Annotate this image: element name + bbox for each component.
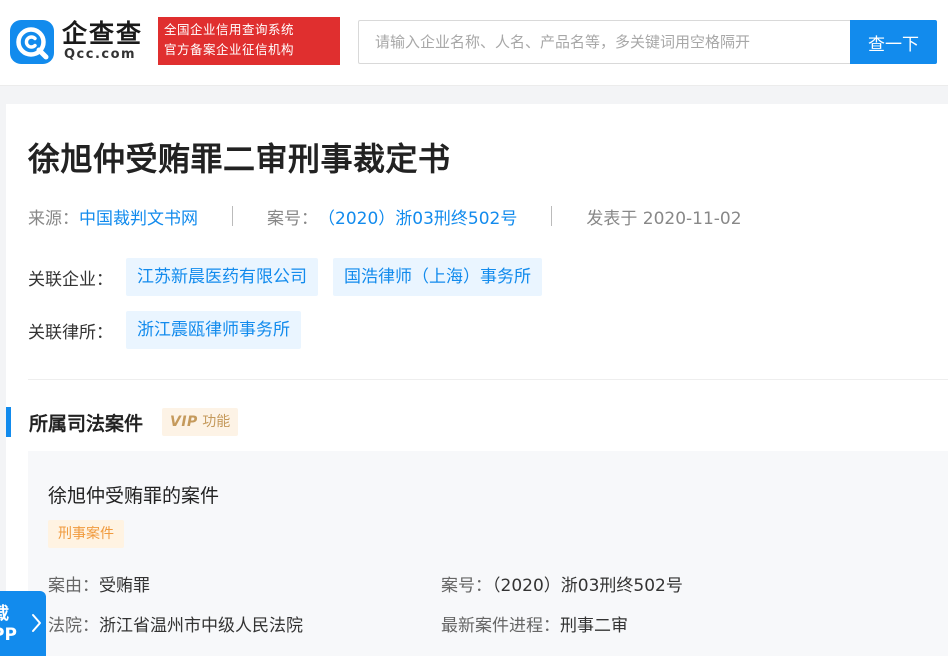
meta-divider (232, 206, 233, 226)
badge-line-2: 官方备案企业征信机构 (164, 42, 295, 57)
vip-feature-badge: VIP 功能 (162, 408, 239, 436)
related-companies-row: 关联企业： 江苏新晨医药有限公司 国浩律师（上海）事务所 (28, 258, 557, 296)
logo-domain: Qcc.com (64, 47, 137, 62)
case-court-label: 法院： (48, 616, 99, 636)
related-lawfirms-row: 关联律所： 浙江震瓯律师事务所 (28, 311, 316, 349)
chevron-right-icon (32, 614, 41, 632)
judicial-case-section-header: 所属司法案件 VIP 功能 (6, 406, 239, 438)
case-court-value: 浙江省温州市中级人民法院 (99, 616, 303, 636)
source-label: 来源： (28, 208, 79, 229)
related-company-tag[interactable]: 江苏新晨医药有限公司 (126, 258, 318, 296)
related-lawfirms-label: 关联律所： (28, 322, 113, 343)
case-cause-label: 案由： (48, 576, 99, 596)
case-type-tag: 刑事案件 (48, 520, 124, 548)
app-download-float-tab[interactable]: 载 PP (0, 591, 46, 656)
publish-date: 发表于 2020-11-02 (586, 208, 742, 229)
search-input[interactable] (359, 21, 851, 63)
related-lawfirm-tag[interactable]: 浙江震瓯律师事务所 (126, 311, 301, 349)
vip-text: 功能 (202, 414, 231, 430)
document-card: 徐旭仲受贿罪二审刑事裁定书 来源： 中国裁判文书网 案号： （2020）浙03刑… (6, 104, 948, 656)
case-cause-value: 受贿罪 (99, 576, 150, 596)
case-title[interactable]: 徐旭仲受贿罪的案件 (48, 481, 219, 508)
search-button[interactable]: 查一下 (850, 20, 937, 64)
source-link[interactable]: 中国裁判文书网 (79, 204, 198, 229)
case-panel[interactable]: 徐旭仲受贿罪的案件 刑事案件 案由：受贿罪 案号：（2020）浙03刑终502号… (28, 451, 948, 656)
top-header: 企查查 Qcc.com 全国企业信用查询系统 官方备案企业征信机构 查一下 (0, 0, 948, 86)
float-tab-text-1: 载 (0, 604, 9, 624)
page-title: 徐旭仲受贿罪二审刑事裁定书 (28, 140, 451, 178)
logo-wordmark[interactable]: 企查查 (62, 14, 143, 50)
case-number-field: 案号：（2020）浙03刑终502号 (441, 571, 683, 596)
related-companies-label: 关联企业： (28, 269, 113, 290)
section-title: 所属司法案件 (29, 412, 144, 435)
case-number-value: （2020）浙03刑终502号 (492, 576, 683, 596)
related-company-tag[interactable]: 国浩律师（上海）事务所 (333, 258, 542, 296)
case-court-field: 法院：浙江省温州市中级人民法院 (48, 611, 303, 636)
case-progress-field: 最新案件进程：刑事二审 (441, 611, 628, 636)
case-no-link[interactable]: （2020）浙03刑终502号 (318, 204, 517, 229)
section-divider (28, 379, 948, 380)
case-progress-value: 刑事二审 (560, 616, 628, 636)
float-tab-text-2: PP (0, 625, 17, 645)
badge-line-1: 全国企业信用查询系统 (164, 22, 295, 37)
credit-system-badge: 全国企业信用查询系统 官方备案企业征信机构 (158, 17, 340, 65)
search-box (358, 20, 851, 64)
meta-divider (551, 206, 553, 226)
vip-mark: VIP (170, 414, 198, 430)
case-progress-label: 最新案件进程： (441, 616, 560, 636)
document-meta: 来源： 中国裁判文书网 案号： （2020）浙03刑终502号 发表于 2020… (28, 204, 742, 229)
section-accent-bar (6, 407, 11, 437)
case-number-label: 案号： (441, 576, 492, 596)
qcc-logo-icon[interactable] (10, 20, 54, 64)
case-cause-field: 案由：受贿罪 (48, 571, 150, 596)
case-no-label: 案号： (267, 208, 318, 229)
